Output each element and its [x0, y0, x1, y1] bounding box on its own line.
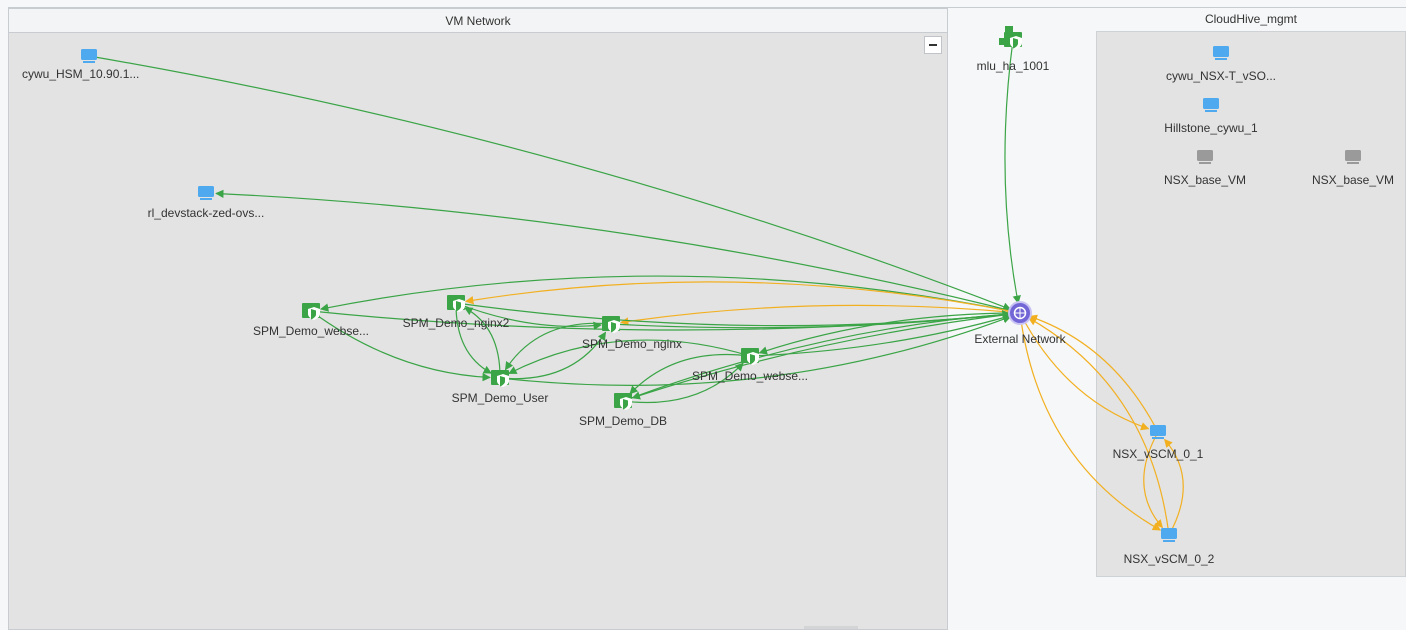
- security-group-icon: [741, 348, 759, 365]
- security-group-icon: [614, 393, 632, 410]
- security-group-icon: [491, 370, 509, 387]
- security-group-icon: [447, 295, 465, 312]
- monitor-base: [1163, 540, 1175, 542]
- node-label: rl_devstack-zed-ovs...: [148, 206, 265, 220]
- node-nsx_base1[interactable]: NSX_base_VM: [1164, 150, 1246, 187]
- node-label: SPM_Demo_DB: [579, 414, 667, 428]
- monitor-base: [200, 198, 212, 200]
- monitor-screen: [1197, 150, 1213, 161]
- edges-layer: [88, 39, 1184, 536]
- node-spm_webse1[interactable]: SPM_Demo_webse...: [253, 303, 369, 338]
- node-rl_devstack[interactable]: rl_devstack-zed-ovs...: [148, 186, 265, 220]
- monitor-icon: [1345, 150, 1361, 164]
- node-nsx_vscm1[interactable]: NSX_vSCM_0_1: [1113, 425, 1204, 461]
- monitor-screen: [198, 186, 214, 197]
- node-label: Hillstone_cywu_1: [1164, 121, 1258, 135]
- node-nsx_base2[interactable]: NSX_base_VM: [1312, 150, 1394, 187]
- node-nsx_vscm2[interactable]: NSX_vSCM_0_2: [1124, 528, 1215, 566]
- monitor-base: [1347, 162, 1359, 164]
- monitor-screen: [1203, 98, 1219, 109]
- node-label: SPM_Demo_webse...: [253, 324, 369, 338]
- monitor-icon: [198, 186, 214, 200]
- node-label: NSX_base_VM: [1164, 173, 1246, 187]
- node-label: SPM_Demo_webse...: [692, 369, 808, 383]
- node-hillstone[interactable]: Hillstone_cywu_1: [1164, 98, 1258, 135]
- external-network-icon: [1008, 301, 1032, 325]
- monitor-base: [1205, 110, 1217, 112]
- node-label: cywu_NSX-T_vSO...: [1166, 69, 1276, 83]
- monitor-icon: [1203, 98, 1219, 112]
- topology-canvas[interactable]: cywu_HSM_10.90.1... rl_devstack-zed-ovs..…: [0, 0, 1406, 630]
- monitor-screen: [1161, 528, 1177, 539]
- edge-cywu_hsm-to-external[interactable]: [88, 55, 1012, 311]
- monitor-screen: [81, 49, 97, 60]
- monitor-icon: [1150, 425, 1166, 439]
- node-spm_db[interactable]: SPM_Demo_DB: [579, 393, 667, 428]
- secondary-box: [1005, 26, 1013, 33]
- edge-external-to-spm_nginx[interactable]: [620, 304, 1021, 326]
- node-label: NSX_base_VM: [1312, 173, 1394, 187]
- monitor-icon: [1197, 150, 1213, 164]
- monitor-icon: [81, 49, 97, 63]
- node-label: NSX_vSCM_0_1: [1113, 447, 1204, 461]
- monitor-base: [1152, 437, 1164, 439]
- node-label: External Network: [974, 332, 1066, 346]
- monitor-screen: [1150, 425, 1166, 436]
- monitor-screen: [1213, 46, 1229, 57]
- edge-mlu_ha-to-external[interactable]: [1004, 39, 1021, 304]
- node-mlu_ha[interactable]: mlu_ha_1001: [977, 26, 1050, 73]
- node-label: SPM_Demo_nginx2: [403, 316, 510, 330]
- node-cywu_hsm[interactable]: cywu_HSM_10.90.1...: [22, 49, 139, 81]
- node-label: SPM_Demo_User: [452, 391, 549, 405]
- security-group-icon: [602, 316, 620, 333]
- monitor-screen: [1345, 150, 1361, 161]
- nodes-layer: cywu_HSM_10.90.1... rl_devstack-zed-ovs..…: [22, 26, 1394, 566]
- monitor-icon: [1161, 528, 1177, 542]
- node-label: SPM_Demo_nginx: [582, 337, 682, 351]
- monitor-base: [1199, 162, 1211, 164]
- node-cywu_nsx[interactable]: cywu_NSX-T_vSO...: [1166, 46, 1276, 83]
- node-label: mlu_ha_1001: [977, 59, 1050, 73]
- monitor-base: [83, 61, 95, 63]
- monitor-icon: [1213, 46, 1229, 60]
- edge-external-to-rl_devstack[interactable]: [215, 189, 1021, 314]
- node-label: cywu_HSM_10.90.1...: [22, 67, 139, 81]
- node-external[interactable]: External Network: [974, 301, 1067, 346]
- edge-external-to-spm_webse1[interactable]: [319, 275, 1021, 314]
- node-label: NSX_vSCM_0_2: [1124, 552, 1215, 566]
- monitor-base: [1215, 58, 1227, 60]
- security-group-multi-icon: [999, 26, 1022, 49]
- security-group-icon: [302, 303, 320, 320]
- edge-external-to-nsx_vscm1[interactable]: [1019, 312, 1150, 431]
